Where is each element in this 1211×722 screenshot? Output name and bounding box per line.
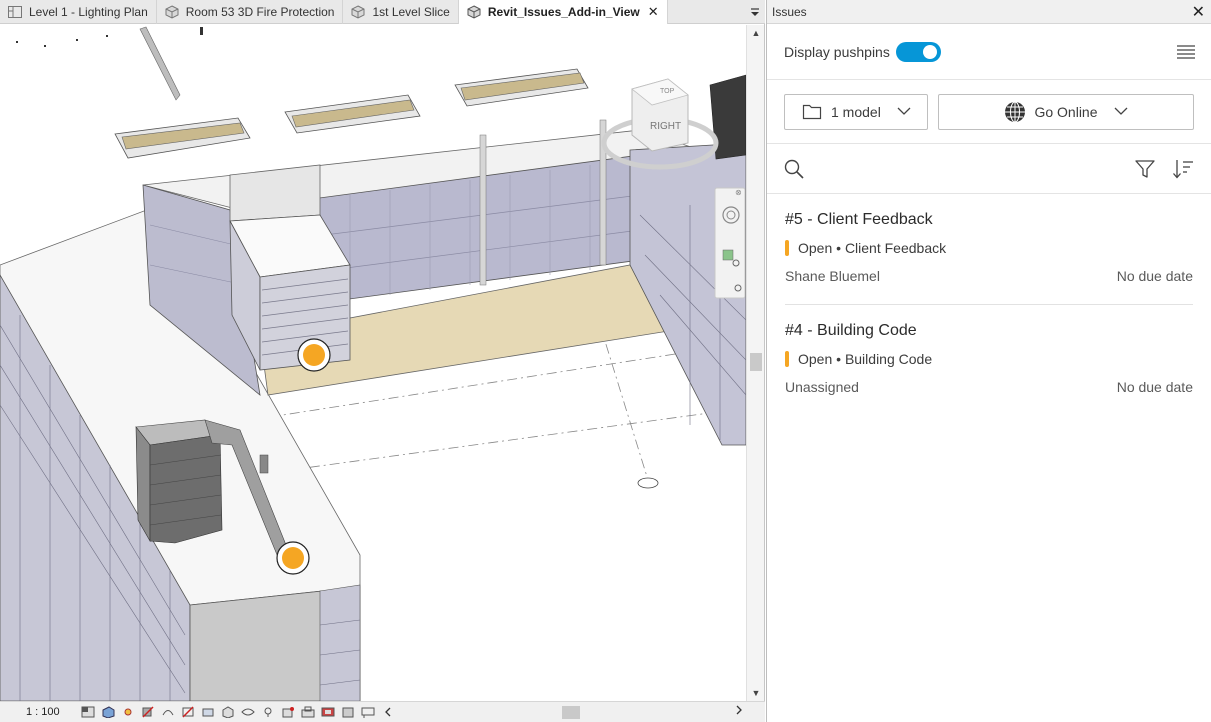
- 3d-view-icon: [466, 5, 482, 19]
- pushpins-row: Display pushpins: [767, 24, 1211, 80]
- status-separator: •: [832, 240, 845, 256]
- tab-room-53-3d-fire-protection[interactable]: Room 53 3D Fire Protection: [157, 0, 344, 24]
- viewcube-top-label: TOP: [660, 88, 675, 95]
- scroll-up-icon[interactable]: ▲: [747, 25, 765, 41]
- folder-icon: [801, 102, 823, 122]
- tab-revit-issues-add-in-view[interactable]: Revit_Issues_Add-in_View ✕: [458, 0, 668, 24]
- issue-status-row: Open • Client Feedback: [785, 240, 1193, 256]
- filter-icon[interactable]: [1134, 158, 1156, 180]
- tab-label: 1st Level Slice: [372, 5, 450, 19]
- temporary-view-properties-icon[interactable]: [280, 705, 296, 719]
- vertical-scrollbar[interactable]: ▲ ▼: [746, 25, 764, 701]
- highlight-displacement-icon[interactable]: [360, 705, 376, 719]
- go-online-label: Go Online: [1034, 103, 1098, 120]
- detail-level-icon[interactable]: [80, 705, 96, 719]
- status-separator: •: [832, 351, 845, 367]
- search-filter-row: [767, 144, 1211, 194]
- chevron-down-icon: [897, 107, 911, 117]
- issue-pushpin-5[interactable]: [297, 338, 331, 372]
- show-crop-region-icon[interactable]: [200, 705, 216, 719]
- shadows-icon[interactable]: [140, 705, 156, 719]
- floor-plan-icon: [7, 5, 23, 19]
- visual-style-icon[interactable]: [100, 705, 116, 719]
- issue-status: Open: [798, 240, 833, 256]
- toggle-knob: [922, 44, 937, 59]
- analytical-model-icon[interactable]: [340, 705, 356, 719]
- hamburger-menu-icon[interactable]: [1177, 44, 1195, 60]
- temporary-hide-icon[interactable]: [240, 705, 256, 719]
- issue-assignee: Shane Bluemel: [785, 268, 880, 284]
- close-panel-icon[interactable]: ✕: [1192, 2, 1205, 22]
- issue-title: #5 - Client Feedback: [785, 211, 933, 228]
- panel-title-bar: Issues ✕: [767, 0, 1211, 24]
- 3d-view-icon: [164, 5, 180, 19]
- view-scale[interactable]: 1 : 100: [0, 706, 80, 718]
- panel-title: Issues: [772, 4, 807, 19]
- view-tab-bar: Level 1 - Lighting Plan Room 53 3D Fire …: [0, 0, 765, 24]
- horizontal-scrollbar[interactable]: [400, 705, 745, 720]
- go-online-dropdown[interactable]: Go Online: [938, 93, 1194, 130]
- search-icon[interactable]: [784, 159, 804, 179]
- issue-card-5[interactable]: #5 - Client Feedback Open • Client Feedb…: [785, 194, 1193, 305]
- status-indicator: [785, 240, 789, 256]
- sun-path-icon[interactable]: [120, 705, 136, 719]
- issue-status: Open: [798, 351, 833, 367]
- display-pushpins-label: Display pushpins: [784, 43, 890, 60]
- 3d-view-icon: [350, 5, 366, 19]
- issue-type: Building Code: [844, 351, 933, 367]
- issue-assignee: Unassigned: [785, 379, 859, 395]
- issue-meta-row: Unassigned No due date: [785, 379, 1193, 395]
- issue-card-4[interactable]: #4 - Building Code Open • Building Code …: [785, 305, 1193, 416]
- unlocked-3d-view-icon[interactable]: [220, 705, 236, 719]
- reveal-hidden-icon[interactable]: [260, 705, 276, 719]
- navigation-bar[interactable]: ⊗: [714, 187, 746, 299]
- tab-label: Room 53 3D Fire Protection: [185, 5, 335, 19]
- issue-status-row: Open • Building Code: [785, 351, 1193, 367]
- sort-icon[interactable]: [1172, 158, 1194, 180]
- crop-view-icon[interactable]: [180, 705, 196, 719]
- tab-label: Level 1 - Lighting Plan: [29, 5, 148, 19]
- issue-due-date: No due date: [1116, 379, 1193, 395]
- tab-level-1-lighting-plan[interactable]: Level 1 - Lighting Plan: [0, 0, 157, 24]
- reveal-constraints-icon[interactable]: [300, 705, 316, 719]
- 3d-model-viewport[interactable]: TOP RIGHT ⊗: [0, 25, 746, 701]
- display-pushpins-toggle[interactable]: [895, 41, 941, 62]
- issues-panel: Issues ✕ Display pushpins 1 model Go Onl…: [766, 0, 1211, 722]
- scroll-down-icon[interactable]: ▼: [747, 685, 765, 701]
- svg-text:⊗: ⊗: [735, 188, 742, 197]
- revit-view-area: Level 1 - Lighting Plan Room 53 3D Fire …: [0, 0, 765, 722]
- model-actions-row: 1 model Go Online: [767, 80, 1211, 144]
- scroll-left-icon[interactable]: [380, 705, 396, 719]
- close-tab-icon[interactable]: ✕: [648, 4, 659, 20]
- viewcube-face-label: RIGHT: [650, 121, 681, 132]
- globe-icon: [1004, 101, 1026, 122]
- scroll-right-icon[interactable]: [735, 705, 743, 720]
- horizontal-scroll-thumb[interactable]: [562, 706, 580, 719]
- worksharing-display-icon[interactable]: [320, 705, 336, 719]
- model-dropdown-label: 1 model: [831, 103, 881, 120]
- render-icon[interactable]: [160, 705, 176, 719]
- issue-title: #4 - Building Code: [785, 322, 917, 339]
- issue-due-date: No due date: [1116, 268, 1193, 284]
- tab-1st-level-slice[interactable]: 1st Level Slice: [343, 0, 459, 24]
- tab-overflow-menu-icon[interactable]: [745, 0, 765, 23]
- issue-type: Client Feedback: [844, 240, 947, 256]
- issue-pushpin-4[interactable]: [276, 541, 310, 575]
- tab-label: Revit_Issues_Add-in_View: [487, 5, 640, 19]
- status-indicator: [785, 351, 789, 367]
- issue-list: #5 - Client Feedback Open • Client Feedb…: [767, 194, 1211, 416]
- chevron-down-icon: [1114, 107, 1128, 117]
- view-control-bar: 1 : 100: [0, 701, 765, 722]
- vertical-scroll-thumb[interactable]: [750, 353, 762, 371]
- model-dropdown[interactable]: 1 model: [784, 93, 928, 130]
- issue-meta-row: Shane Bluemel No due date: [785, 268, 1193, 284]
